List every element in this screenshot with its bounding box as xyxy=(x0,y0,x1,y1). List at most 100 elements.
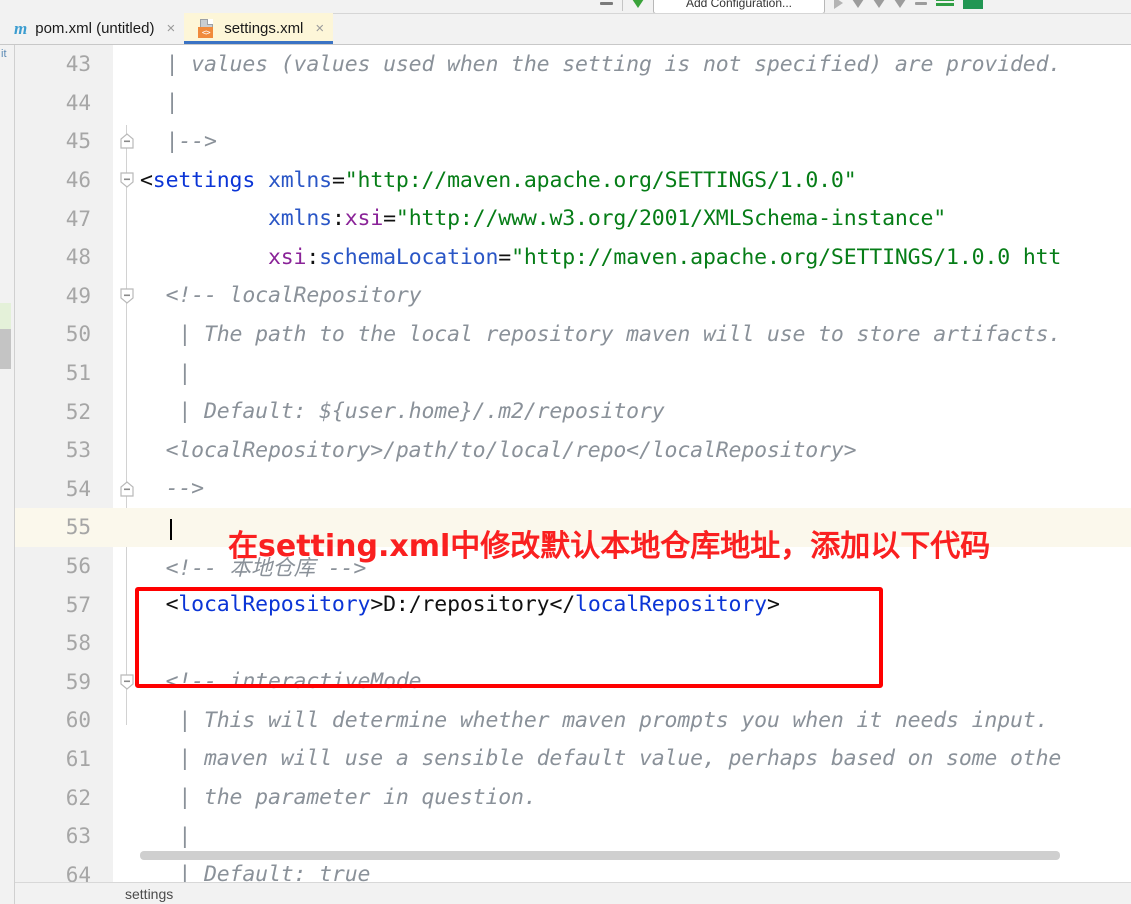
code-token-cmt: <localRepository>/path/to/local/repo</lo… xyxy=(140,437,857,463)
code-text[interactable]: |--> xyxy=(140,129,1131,154)
code-text[interactable]: | Default: ${user.home}/.m2/repository xyxy=(140,399,1131,424)
run-configuration-selector[interactable]: Add Configuration... xyxy=(653,0,825,13)
fold-start-icon[interactable] xyxy=(113,663,140,702)
code-text[interactable]: <localRepository>/path/to/local/repo</lo… xyxy=(140,438,1131,463)
code-text[interactable]: <!-- localRepository xyxy=(140,283,1131,308)
editor-line[interactable]: 48 xsi:schemaLocation="http://maven.apac… xyxy=(15,238,1131,277)
editor-line[interactable]: 46 <settings xmlns="http://maven.apache.o… xyxy=(15,161,1131,200)
editor-line[interactable]: 53 <localRepository>/path/to/local/repo<… xyxy=(15,431,1131,470)
line-number: 53 xyxy=(65,438,91,463)
code-text[interactable]: <!-- interactiveMode xyxy=(140,669,1131,694)
editor-line[interactable]: 54 --> xyxy=(15,470,1131,509)
editor-lines: 43 | values (values used when the settin… xyxy=(15,45,1131,882)
run-disabled-icon[interactable] xyxy=(834,0,843,9)
code-token-cmt: | maven will use a sensible default valu… xyxy=(140,746,1062,772)
stop-icon[interactable] xyxy=(600,1,613,5)
fold-end-icon[interactable] xyxy=(113,470,140,509)
code-token-attr: schemaLocation xyxy=(319,244,499,270)
editor-line[interactable]: 60 | This will determine whether maven p… xyxy=(15,701,1131,740)
code-token-cmt: | This will determine whether maven prom… xyxy=(140,707,1049,733)
code-text[interactable]: | The path to the local repository maven… xyxy=(140,322,1131,347)
maven-tool-icon[interactable] xyxy=(963,0,983,9)
breadcrumb[interactable]: settings xyxy=(15,882,1131,904)
breadcrumb-path[interactable]: settings xyxy=(125,886,173,902)
profile-icon[interactable] xyxy=(894,0,906,8)
code-token-punct: : xyxy=(331,206,345,232)
editor-line[interactable]: 44 | xyxy=(15,84,1131,123)
code-text[interactable]: xmlns:xsi="http://www.w3.org/2001/XMLSch… xyxy=(140,206,1131,231)
scroll-thumb-marker[interactable] xyxy=(0,329,11,369)
code-text[interactable]: <settings xmlns="http://maven.apache.org… xyxy=(140,168,1131,193)
line-number: 44 xyxy=(65,90,91,115)
editor-line[interactable]: 47 xmlns:xsi="http://www.w3.org/2001/XML… xyxy=(15,199,1131,238)
code-token-attr2: xsi xyxy=(267,244,307,270)
code-token-cmt: | Default: true xyxy=(140,862,371,882)
code-text[interactable]: | xyxy=(140,90,1131,115)
tab-pom-xml[interactable]: m pom.xml (untitled) × xyxy=(0,13,185,44)
code-token-tag: settings xyxy=(152,167,256,193)
code-text[interactable]: | the parameter in question. xyxy=(140,785,1131,810)
editor-line[interactable]: 45 |--> xyxy=(15,122,1131,161)
editor-line[interactable]: 52 | Default: ${user.home}/.m2/repositor… xyxy=(15,392,1131,431)
code-token-str: "http://maven.apache.org/SETTINGS/1.0.0" xyxy=(344,167,857,193)
code-text[interactable]: | xyxy=(140,824,1131,849)
code-token-punct: > xyxy=(370,592,384,618)
line-number: 50 xyxy=(65,322,91,347)
code-token-punct: > xyxy=(766,592,780,618)
code-token-cmt: | xyxy=(140,360,192,386)
line-number: 60 xyxy=(65,708,91,733)
line-number: 58 xyxy=(65,631,91,656)
editor-line[interactable]: 49 <!-- localRepository xyxy=(15,277,1131,316)
line-number: 64 xyxy=(65,862,91,882)
close-icon[interactable]: × xyxy=(315,21,324,36)
left-tool-window-strip[interactable]: it xyxy=(0,45,15,904)
code-token-punct: = xyxy=(498,244,512,270)
line-number: 46 xyxy=(65,168,91,193)
code-token-tag: localRepository xyxy=(178,592,371,618)
editor-line[interactable]: 63 | xyxy=(15,817,1131,856)
code-text[interactable]: | maven will use a sensible default valu… xyxy=(140,746,1131,771)
close-icon[interactable]: × xyxy=(166,21,175,36)
editor-line[interactable]: 58 xyxy=(15,624,1131,663)
tab-settings-xml[interactable]: <> settings.xml × xyxy=(184,13,334,44)
horizontal-scrollbar[interactable] xyxy=(140,851,1131,860)
code-text[interactable]: | Default: true xyxy=(140,862,1131,882)
line-number: 45 xyxy=(65,129,91,154)
code-editor[interactable]: 43 | values (values used when the settin… xyxy=(15,45,1131,882)
fold-end-icon[interactable] xyxy=(113,122,140,161)
editor-line[interactable]: 59 <!-- interactiveMode xyxy=(15,663,1131,702)
editor-line[interactable]: 43 | values (values used when the settin… xyxy=(15,45,1131,84)
fold-start-icon[interactable] xyxy=(113,161,140,200)
code-text[interactable]: | This will determine whether maven prom… xyxy=(140,708,1131,733)
debug-icon[interactable] xyxy=(852,0,864,8)
editor-line[interactable]: 61 | maven will use a sensible default v… xyxy=(15,740,1131,779)
coverage-icon[interactable] xyxy=(873,0,885,8)
code-text[interactable]: | xyxy=(140,361,1131,386)
search-everywhere-icon[interactable] xyxy=(936,0,954,9)
tab-label: pom.xml (untitled) xyxy=(35,20,155,37)
line-number: 57 xyxy=(65,592,91,617)
editor-line[interactable]: 50 | The path to the local repository ma… xyxy=(15,315,1131,354)
run-icon[interactable] xyxy=(632,0,644,8)
editor-line[interactable]: 51 | xyxy=(15,354,1131,393)
scrollbar-thumb[interactable] xyxy=(140,851,1060,860)
code-text[interactable]: --> xyxy=(140,476,1131,501)
editor-line[interactable]: 62 | the parameter in question. xyxy=(15,778,1131,817)
editor-line[interactable]: 57 <localRepository>D:/repository</local… xyxy=(15,585,1131,624)
fold-start-icon[interactable] xyxy=(113,277,140,316)
code-text[interactable]: <localRepository>D:/repository</localRep… xyxy=(140,592,1131,617)
line-number: 56 xyxy=(65,554,91,579)
tool-window-label[interactable]: it xyxy=(1,48,15,60)
line-number: 49 xyxy=(65,283,91,308)
code-text[interactable]: | values (values used when the setting i… xyxy=(140,52,1131,77)
code-text[interactable]: xsi:schemaLocation="http://maven.apache.… xyxy=(140,245,1131,270)
build-icon[interactable] xyxy=(915,1,927,5)
